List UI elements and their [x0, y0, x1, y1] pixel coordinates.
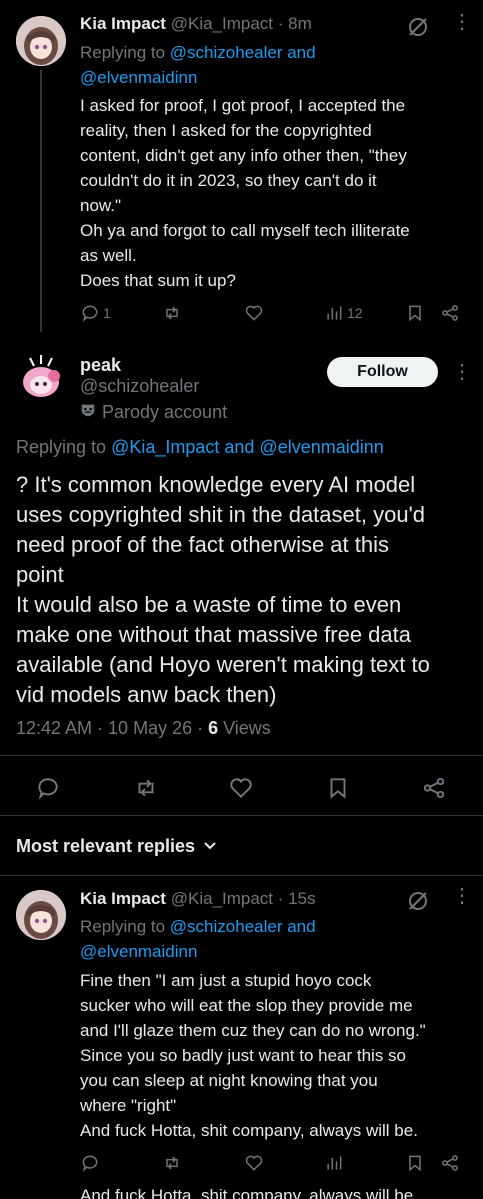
- author-handle[interactable]: @schizohealer: [80, 376, 199, 397]
- post-time[interactable]: 8m: [288, 14, 312, 33]
- avatar[interactable]: [16, 890, 66, 940]
- author-handle[interactable]: @Kia_Impact: [171, 889, 273, 908]
- repost-icon: [166, 306, 178, 320]
- share-icon: [442, 305, 458, 321]
- analytics-icon: [327, 306, 342, 320]
- replying-to: Replying to @schizohealer and @elvenmaid…: [80, 914, 316, 964]
- repost-icon: [166, 1156, 178, 1170]
- bookmark-button[interactable]: [325, 775, 351, 806]
- replying-to: Replying to @schizohealer and @elvenmaid…: [80, 40, 316, 90]
- share-button[interactable]: [440, 1153, 460, 1173]
- replying-prefix: Replying to: [80, 917, 166, 936]
- share-icon: [423, 777, 445, 799]
- author-handle[interactable]: @Kia_Impact: [171, 14, 273, 33]
- separator: ·: [277, 14, 284, 33]
- reply-header: Kia Impact @Kia_Impact · 15s: [80, 889, 316, 909]
- reply-icon: [82, 1155, 98, 1173]
- replying-users-line1[interactable]: @schizohealer and: [170, 43, 316, 62]
- grok-icon[interactable]: [405, 888, 431, 914]
- views-button[interactable]: 12: [324, 303, 363, 323]
- views-count: 6: [208, 718, 219, 738]
- parody-text: Parody account: [102, 402, 228, 422]
- grok-icon[interactable]: [405, 14, 431, 40]
- repost-button[interactable]: [162, 1153, 182, 1173]
- share-button[interactable]: [421, 775, 447, 806]
- action-bar: [0, 775, 483, 803]
- action-bar: 1 12: [80, 303, 475, 329]
- analytics-icon: [327, 1156, 342, 1170]
- replying-prefix: Replying to: [16, 437, 107, 457]
- heart-icon: [245, 305, 263, 321]
- post-meta: 12:42 AM · 10 May 26 · 6 Views: [16, 718, 271, 739]
- divider: [0, 815, 483, 816]
- reply-button[interactable]: [80, 1153, 100, 1173]
- follow-button[interactable]: Follow: [327, 357, 438, 387]
- bookmark-icon: [409, 305, 421, 322]
- author-name[interactable]: Kia Impact: [80, 889, 166, 908]
- share-icon: [442, 1155, 458, 1171]
- views-label: Views: [218, 718, 271, 738]
- parody-mask-icon: [80, 402, 96, 423]
- reply-button[interactable]: [35, 775, 61, 806]
- reply-count: 1: [103, 305, 111, 321]
- like-button[interactable]: [244, 303, 264, 323]
- repost-button[interactable]: [162, 303, 182, 323]
- replies-sort[interactable]: Most relevant replies: [16, 836, 217, 857]
- post-text: I asked for proof, I got proof, I accept…: [80, 96, 410, 290]
- more-icon[interactable]: ⋮: [452, 362, 472, 382]
- repost-icon: [138, 779, 154, 797]
- post-timestamp[interactable]: 12:42 AM · 10 May 26 ·: [16, 718, 208, 738]
- heart-icon: [245, 1155, 263, 1171]
- views-button[interactable]: [324, 1153, 344, 1173]
- parody-label: Parody account: [80, 402, 227, 423]
- action-bar: [80, 1153, 475, 1179]
- bookmark-button[interactable]: [405, 1153, 425, 1173]
- bookmark-button[interactable]: [405, 303, 425, 323]
- bookmark-icon: [330, 778, 346, 799]
- reply-icon: [38, 778, 58, 800]
- chevron-down-icon: [203, 836, 217, 857]
- post-text: ? It's common knowledge every AI model u…: [16, 472, 430, 707]
- like-button[interactable]: [244, 1153, 264, 1173]
- thread-line: [40, 70, 42, 332]
- avatar[interactable]: [16, 352, 66, 402]
- replying-users[interactable]: @Kia_Impact and @elvenmaidinn: [111, 437, 384, 457]
- divider: [0, 875, 483, 876]
- replying-users-line2[interactable]: @elvenmaidinn: [80, 68, 197, 87]
- replying-users-line1[interactable]: @schizohealer and: [170, 917, 316, 936]
- avatar[interactable]: [16, 16, 66, 66]
- reply-header: Kia Impact @Kia_Impact · 8m: [80, 14, 312, 34]
- divider: [0, 755, 483, 756]
- more-icon[interactable]: ⋮: [452, 12, 472, 32]
- trailing-post-text: And fuck Hotta, shit company, always wil…: [80, 1186, 418, 1199]
- author-name[interactable]: Kia Impact: [80, 14, 166, 33]
- like-button[interactable]: [228, 775, 254, 806]
- share-button[interactable]: [440, 303, 460, 323]
- post-time[interactable]: 15s: [288, 889, 315, 908]
- heart-icon: [230, 778, 252, 799]
- repost-button[interactable]: [133, 775, 159, 806]
- bookmark-icon: [409, 1155, 421, 1172]
- reply-button[interactable]: 1: [80, 303, 111, 323]
- more-icon[interactable]: ⋮: [452, 886, 472, 906]
- reply-icon: [82, 305, 98, 323]
- replying-to: Replying to @Kia_Impact and @elvenmaidin…: [16, 437, 384, 458]
- separator: ·: [277, 889, 284, 908]
- replying-users-line2[interactable]: @elvenmaidinn: [80, 942, 197, 961]
- replies-sort-label: Most relevant replies: [16, 836, 196, 856]
- post-text: Fine then "I am just a stupid hoyo cock …: [80, 971, 426, 1140]
- views-count: 12: [347, 305, 363, 321]
- replying-prefix: Replying to: [80, 43, 166, 62]
- author-name[interactable]: peak: [80, 355, 121, 376]
